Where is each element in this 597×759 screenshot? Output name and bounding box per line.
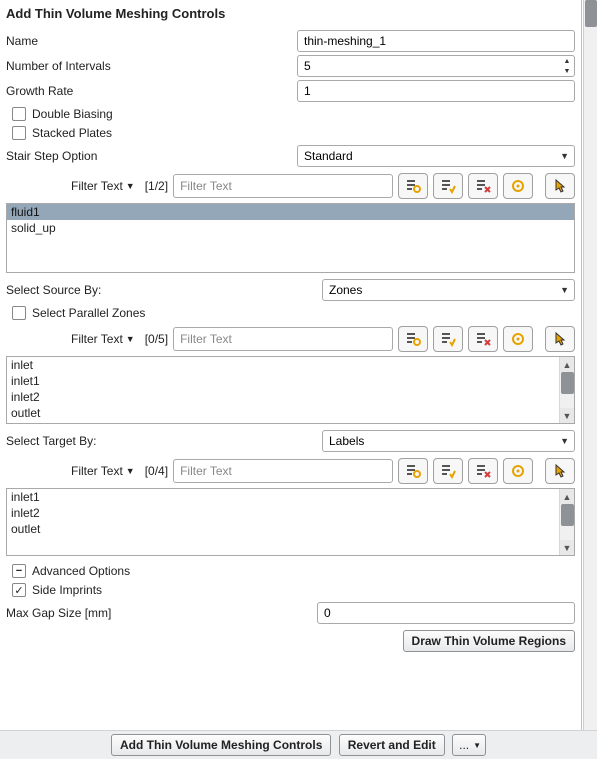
- stacked-plates-label: Stacked Plates: [32, 126, 112, 140]
- filter-input-bodies[interactable]: [173, 174, 393, 198]
- stacked-plates-checkbox[interactable]: [12, 126, 26, 140]
- filter-select-all-button[interactable]: [433, 173, 463, 199]
- more-label: ...: [459, 738, 469, 752]
- list-item[interactable]: outlet: [7, 405, 559, 421]
- filter-deselect-button[interactable]: [468, 173, 498, 199]
- list-item[interactable]: inlet1: [7, 373, 559, 389]
- source-listbox[interactable]: inletinlet1inlet2outlet ▲ ▼: [6, 356, 575, 424]
- label-name: Name: [6, 34, 291, 48]
- filter-find-button[interactable]: [398, 458, 428, 484]
- bodies-listbox[interactable]: fluid1solid_up: [6, 203, 575, 273]
- filter-mode-label: Filter Text: [71, 464, 123, 478]
- source-counter: [0/5]: [145, 332, 168, 346]
- more-menu-button[interactable]: ... ▼: [452, 734, 486, 756]
- list-item[interactable]: inlet2: [7, 389, 559, 405]
- row-intervals: Number of Intervals ▲ ▼: [6, 55, 575, 77]
- intervals-step-up[interactable]: ▲: [560, 56, 574, 66]
- bodies-counter: [1/2]: [145, 179, 168, 193]
- filter-mode-label: Filter Text: [71, 332, 123, 346]
- side-imprints-label: Side Imprints: [32, 583, 102, 597]
- filter-find-button[interactable]: [398, 326, 428, 352]
- label-target-by: Select Target By:: [6, 434, 316, 448]
- filter-input-target[interactable]: [173, 459, 393, 483]
- scrollbar[interactable]: ▲ ▼: [559, 489, 574, 555]
- intervals-step-down[interactable]: ▼: [560, 66, 574, 76]
- list-item[interactable]: inlet1: [7, 489, 559, 505]
- label-growth: Growth Rate: [6, 84, 291, 98]
- filter-target-button[interactable]: [503, 458, 533, 484]
- target-by-select[interactable]: [322, 430, 575, 452]
- target-listbox[interactable]: inlet1inlet2outlet ▲ ▼: [6, 488, 575, 556]
- intervals-input[interactable]: [297, 55, 575, 77]
- label-max-gap: Max Gap Size [mm]: [6, 606, 311, 620]
- row-stair-step: Stair Step Option ▼: [6, 145, 575, 167]
- panel-title: Add Thin Volume Meshing Controls: [6, 4, 575, 27]
- label-source-by: Select Source By:: [6, 283, 316, 297]
- filter-mode-dropdown-source[interactable]: Filter Text ▼: [66, 329, 140, 349]
- advanced-toggle[interactable]: [12, 564, 26, 578]
- label-stair-step: Stair Step Option: [6, 149, 291, 163]
- row-max-gap: Max Gap Size [mm]: [6, 602, 575, 624]
- stair-step-select[interactable]: [297, 145, 575, 167]
- filter-mode-label: Filter Text: [71, 179, 123, 193]
- label-intervals: Number of Intervals: [6, 59, 291, 73]
- list-item[interactable]: inlet: [7, 357, 559, 373]
- draw-regions-button[interactable]: Draw Thin Volume Regions: [403, 630, 575, 652]
- row-source-by: Select Source By: ▼: [6, 279, 575, 301]
- pick-in-graphics-button[interactable]: [545, 326, 575, 352]
- chevron-down-icon: ▼: [126, 181, 135, 191]
- filter-find-button[interactable]: [398, 173, 428, 199]
- filter-deselect-button[interactable]: [468, 458, 498, 484]
- filter-deselect-button[interactable]: [468, 326, 498, 352]
- filter-mode-dropdown-bodies[interactable]: Filter Text ▼: [66, 176, 140, 196]
- filter-row-source: Filter Text ▼ [0/5]: [6, 326, 575, 352]
- double-biasing-label: Double Biasing: [32, 107, 113, 121]
- filter-select-all-button[interactable]: [433, 458, 463, 484]
- max-gap-input[interactable]: [317, 602, 575, 624]
- double-biasing-checkbox[interactable]: [12, 107, 26, 121]
- list-item[interactable]: inlet2: [7, 505, 559, 521]
- filter-mode-dropdown-target[interactable]: Filter Text ▼: [66, 461, 140, 481]
- panel: Add Thin Volume Meshing Controls Name Nu…: [0, 0, 582, 759]
- chevron-down-icon: ▼: [126, 334, 135, 344]
- scrollbar[interactable]: ▲ ▼: [559, 357, 574, 423]
- list-item[interactable]: solid_up: [7, 220, 574, 236]
- row-growth: Growth Rate: [6, 80, 575, 102]
- main-scrollbar[interactable]: [583, 0, 597, 730]
- row-name: Name: [6, 30, 575, 52]
- row-target-by: Select Target By: ▼: [6, 430, 575, 452]
- chevron-down-icon: ▼: [473, 741, 481, 750]
- name-input[interactable]: [297, 30, 575, 52]
- filter-input-source[interactable]: [173, 327, 393, 351]
- revert-edit-button[interactable]: Revert and Edit: [339, 734, 445, 756]
- filter-target-button[interactable]: [503, 326, 533, 352]
- footer-bar: Add Thin Volume Meshing Controls Revert …: [0, 730, 597, 759]
- pick-in-graphics-button[interactable]: [545, 458, 575, 484]
- add-controls-button[interactable]: Add Thin Volume Meshing Controls: [111, 734, 331, 756]
- source-by-select[interactable]: [322, 279, 575, 301]
- growth-input[interactable]: [297, 80, 575, 102]
- list-item[interactable]: fluid1: [7, 204, 574, 220]
- side-imprints-checkbox[interactable]: [12, 583, 26, 597]
- filter-row-bodies: Filter Text ▼ [1/2]: [6, 173, 575, 199]
- scrollbar-thumb[interactable]: [585, 0, 597, 27]
- filter-row-target: Filter Text ▼ [0/4]: [6, 458, 575, 484]
- parallel-zones-label: Select Parallel Zones: [32, 306, 145, 320]
- pick-in-graphics-button[interactable]: [545, 173, 575, 199]
- filter-target-button[interactable]: [503, 173, 533, 199]
- list-item[interactable]: outlet: [7, 521, 559, 537]
- parallel-zones-checkbox[interactable]: [12, 306, 26, 320]
- chevron-down-icon: ▼: [126, 466, 135, 476]
- filter-select-all-button[interactable]: [433, 326, 463, 352]
- target-counter: [0/4]: [145, 464, 168, 478]
- advanced-label: Advanced Options: [32, 564, 130, 578]
